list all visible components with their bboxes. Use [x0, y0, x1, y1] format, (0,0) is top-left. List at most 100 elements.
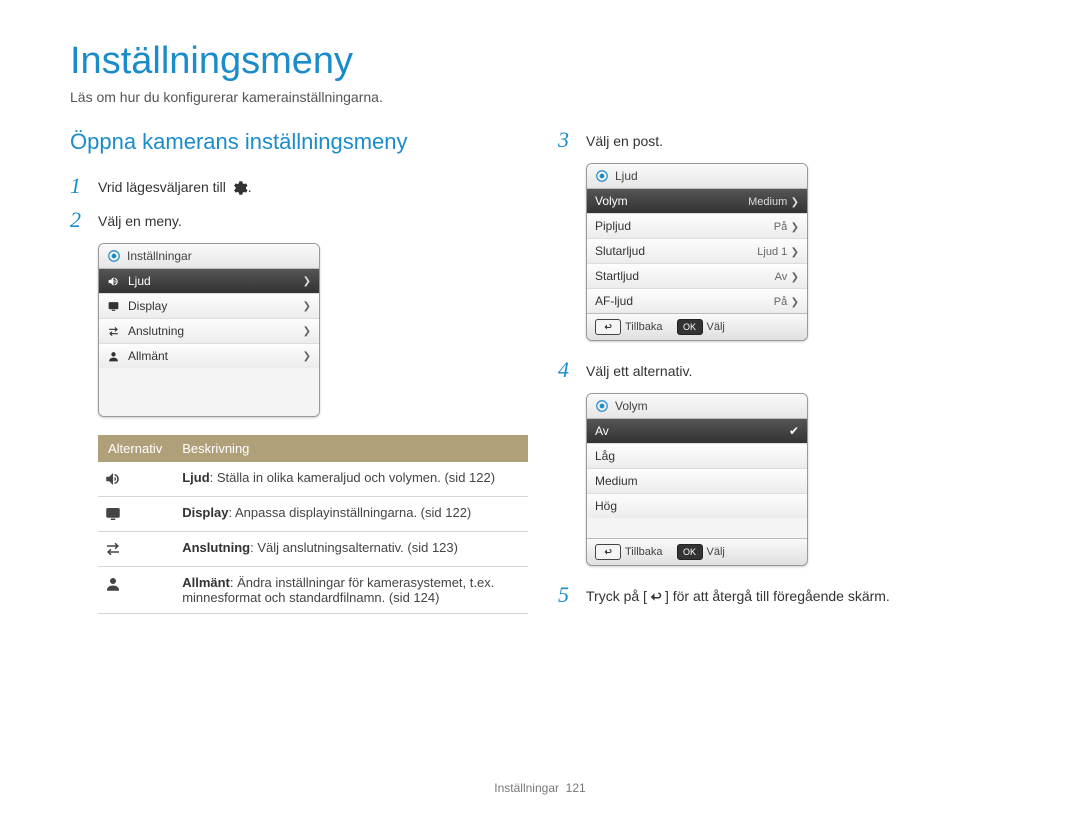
- step-2: 2 Välj en meny.: [70, 209, 528, 231]
- option-item[interactable]: Hög: [587, 494, 807, 518]
- menu-item-label: Pipljud: [595, 219, 631, 233]
- menu-item-value: Ljud 1: [757, 246, 787, 258]
- step-1: 1 Vrid lägesväljaren till .: [70, 175, 528, 197]
- menu-item[interactable]: Slutarljud Ljud 1 ❯: [587, 239, 807, 264]
- menu-item-value: På: [774, 221, 787, 233]
- lens-icon: [595, 399, 609, 413]
- step-3: 3 Välj en post.: [558, 129, 1010, 151]
- step-5: 5 Tryck på [] för att återgå till föregå…: [558, 584, 1010, 606]
- menu-item-label: Volym: [595, 194, 628, 208]
- page-intro: Läs om hur du konfigurerar kamerainställ…: [70, 89, 1010, 105]
- step-number: 2: [70, 209, 88, 231]
- chevron-right-icon: ❯: [303, 301, 311, 312]
- option-label: Medium: [595, 474, 638, 488]
- menu-item-label: Display: [128, 299, 167, 313]
- step-number: 4: [558, 359, 576, 381]
- menu-item[interactable]: Volym Medium ❯: [587, 189, 807, 214]
- chevron-right-icon: ❯: [791, 247, 799, 258]
- menu-item-value: På: [774, 296, 787, 308]
- menu-item[interactable]: Ljud ❯: [99, 269, 319, 294]
- screen-footer: Tillbaka OK Välj: [587, 313, 807, 340]
- footer-section-label: Inställningar: [494, 781, 559, 795]
- chevron-right-icon: ❯: [791, 222, 799, 233]
- chevron-right-icon: ❯: [303, 326, 311, 337]
- ok-key: OK: [677, 319, 703, 335]
- step-text: Välj en meny.: [98, 209, 182, 229]
- step-number: 3: [558, 129, 576, 151]
- step-text: Välj en post.: [586, 129, 663, 149]
- menu-item-label: Ljud: [128, 274, 151, 288]
- speaker-icon: [98, 462, 172, 497]
- table-row: Ljud: Ställa in olika kameraljud och vol…: [98, 462, 528, 497]
- screen-icon: [98, 497, 172, 532]
- check-icon: ✔: [789, 424, 799, 438]
- screen-header: Inställningar: [99, 244, 319, 269]
- menu-item-label: AF-ljud: [595, 294, 633, 308]
- option-label: Av: [595, 424, 609, 438]
- menu-item[interactable]: AF-ljud På ❯: [587, 289, 807, 313]
- chevron-right-icon: ❯: [791, 297, 799, 308]
- chevron-right-icon: ❯: [791, 197, 799, 208]
- person-icon: [98, 567, 172, 614]
- option-item[interactable]: Medium: [587, 469, 807, 494]
- footer-back: Tillbaka: [625, 321, 663, 333]
- table-desc: Allmänt: Ändra inställningar för kameras…: [172, 567, 528, 614]
- menu-item[interactable]: Pipljud På ❯: [587, 214, 807, 239]
- option-label: Låg: [595, 449, 615, 463]
- th-desc: Beskrivning: [172, 435, 528, 462]
- menu-item-value: Av: [775, 271, 788, 283]
- step-text: Tryck på [] för att återgå till föregåen…: [586, 584, 890, 606]
- page-footer: Inställningar 121: [0, 781, 1080, 795]
- table-desc: Display: Anpassa displayinställningarna.…: [172, 497, 528, 532]
- camera-screen-volume: Volym Av ✔ Låg Medium Hög Tillbaka OKVälj: [586, 393, 808, 566]
- lens-icon: [595, 169, 609, 183]
- screen-title: Volym: [615, 399, 648, 413]
- step-1-suffix: .: [248, 179, 252, 195]
- footer-back: Tillbaka: [625, 546, 663, 558]
- lens-icon: [107, 249, 121, 263]
- table-row: Display: Anpassa displayinställningarna.…: [98, 497, 528, 532]
- step-4: 4 Välj ett alternativ.: [558, 359, 1010, 381]
- menu-item[interactable]: Allmänt❯: [99, 344, 319, 368]
- step-number: 1: [70, 175, 88, 197]
- table-row: Anslutning: Välj anslutningsalternativ. …: [98, 532, 528, 567]
- screen-title: Ljud: [615, 169, 638, 183]
- menu-item-label: Anslutning: [128, 324, 184, 338]
- menu-item[interactable]: Display ❯: [99, 294, 319, 319]
- option-item[interactable]: Av ✔: [587, 419, 807, 444]
- step-text: Vrid lägesväljaren till .: [98, 175, 252, 197]
- menu-item[interactable]: Anslutning ❯: [99, 319, 319, 344]
- menu-item-value: Medium: [748, 196, 787, 208]
- page-title: Inställningsmeny: [70, 40, 1010, 83]
- menu-item[interactable]: Startljud Av ❯: [587, 264, 807, 289]
- menu-rows: Ljud ❯ Display ❯ Anslutning ❯ Allmänt❯: [99, 269, 319, 368]
- step-1-prefix: Vrid lägesväljaren till: [98, 179, 230, 195]
- footer-select: Välj: [707, 321, 725, 333]
- th-option: Alternativ: [98, 435, 172, 462]
- screen-header: Volym: [587, 394, 807, 419]
- person-icon: [107, 350, 120, 363]
- menu-item-label: Slutarljud: [595, 244, 645, 258]
- options-table: Alternativ Beskrivning Ljud: Ställa in o…: [98, 435, 528, 614]
- step-text: Välj ett alternativ.: [586, 359, 692, 379]
- option-item[interactable]: Låg: [587, 444, 807, 469]
- camera-screen-sound: Ljud Volym Medium ❯ Pipljud På ❯ Slutarljud L…: [586, 163, 808, 341]
- arrows-icon: [107, 325, 120, 338]
- speaker-icon: [107, 275, 120, 288]
- footer-select: Välj: [707, 546, 725, 558]
- section-heading: Öppna kamerans inställningsmeny: [70, 129, 528, 155]
- table-row: Allmänt: Ändra inställningar för kameras…: [98, 567, 528, 614]
- chevron-right-icon: ❯: [791, 272, 799, 283]
- menu-item-label: Startljud: [595, 269, 639, 283]
- screen-footer: Tillbaka OKVälj: [587, 538, 807, 565]
- step-5-prefix: Tryck på [: [586, 588, 647, 604]
- screen-spacer: [587, 518, 807, 538]
- back-icon: [595, 544, 621, 560]
- chevron-right-icon: ❯: [303, 276, 311, 287]
- screen-header: Ljud: [587, 164, 807, 189]
- back-icon: [647, 588, 665, 606]
- table-desc: Anslutning: Välj anslutningsalternativ. …: [172, 532, 528, 567]
- step-number: 5: [558, 584, 576, 606]
- arrows-icon: [98, 532, 172, 567]
- menu-rows: Volym Medium ❯ Pipljud På ❯ Slutarljud Ljud 1…: [587, 189, 807, 313]
